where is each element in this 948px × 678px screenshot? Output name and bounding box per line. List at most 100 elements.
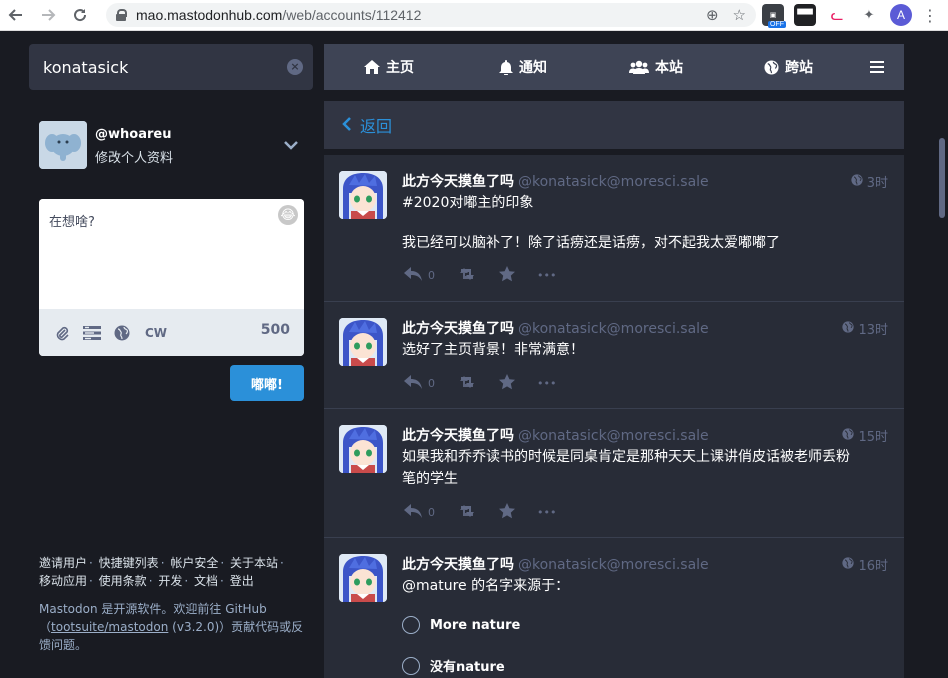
footer-link[interactable]: 使用条款 <box>99 574 147 588</box>
status-item[interactable]: 此方今天摸鱼了吗 @konatasick@moresci.sale 13时 选好了… <box>324 302 904 409</box>
globe-icon[interactable] <box>113 324 131 342</box>
hamburger-menu-icon[interactable] <box>870 44 884 90</box>
status-time[interactable]: 15时 <box>842 426 888 445</box>
status-content: 选好了主页背景！非常满意！ <box>402 339 888 361</box>
status-text: @mature 的名字来源于： <box>402 578 570 594</box>
boost-button[interactable] <box>457 267 477 284</box>
extension-cat-icon[interactable]: ᓚ <box>826 4 848 26</box>
tab-notifications[interactable]: 通知 <box>499 44 547 90</box>
extensions-puzzle-icon[interactable]: ✦ <box>858 4 880 26</box>
status-actions: 0 ••• <box>404 503 578 522</box>
poll-option[interactable]: More nature <box>402 616 520 634</box>
status-acct: @konatasick@moresci.sale <box>518 557 709 573</box>
more-options-icon[interactable]: ••• <box>537 377 556 390</box>
star-icon <box>499 503 515 522</box>
reply-icon <box>404 504 422 521</box>
status-item[interactable]: 此方今天摸鱼了吗 @konatasick@moresci.sale 3时 #202… <box>324 155 904 302</box>
about-text: Mastodon 是开源软件。欢迎前往 GitHub（tootsuite/mas… <box>39 602 304 652</box>
more-options-icon[interactable]: ••• <box>537 506 556 519</box>
avatar[interactable] <box>39 121 87 169</box>
current-user-panel: @whoareu 修改个人资料 <box>39 121 305 169</box>
tab-local[interactable]: 本站 <box>629 44 683 90</box>
radio-icon[interactable] <box>402 616 420 634</box>
reply-button[interactable]: 0 <box>404 267 435 284</box>
browser-menu-icon[interactable]: ⋮ <box>922 6 938 25</box>
globe-icon <box>764 59 779 75</box>
reply-button[interactable]: 0 <box>404 504 435 521</box>
column-header: 返回 <box>324 101 904 149</box>
footer-link[interactable]: 登出 <box>230 574 254 588</box>
sidebar-footer: 邀请用户 · 快捷键列表 · 帐户安全 · 关于本站 · 移动应用 · 使用条款 · 开发 ·… <box>39 554 305 654</box>
radio-icon[interactable] <box>402 656 420 675</box>
footer-link[interactable]: 移动应用 <box>39 574 87 588</box>
tab-federated[interactable]: 跨站 <box>764 44 813 90</box>
back-arrow-icon[interactable] <box>0 0 32 31</box>
status-time[interactable]: 16时 <box>842 555 888 574</box>
poll-option[interactable]: 没有nature <box>402 656 505 675</box>
toot-button[interactable]: 嘟嘟! <box>230 365 304 401</box>
status-content: 如果我和乔乔读书的时候是同桌肯定是那种天天上课讲俏皮话被老师丢粉 笔的学生 <box>402 446 888 490</box>
zoom-icon[interactable]: ⊕ <box>706 6 719 24</box>
footer-link[interactable]: 邀请用户 <box>39 556 87 570</box>
tab-home[interactable]: 主页 <box>364 44 414 90</box>
browser-profile-avatar[interactable]: A <box>890 4 912 26</box>
status-acct: @konatasick@moresci.sale <box>518 174 709 190</box>
footer-link[interactable]: 帐户安全 <box>170 556 218 570</box>
status-text: 选好了主页背景！非常满意！ <box>402 342 584 358</box>
status-avatar[interactable] <box>339 171 387 219</box>
status-avatar[interactable] <box>339 554 387 602</box>
reply-button[interactable]: 0 <box>404 375 435 392</box>
boost-button[interactable] <box>457 375 477 392</box>
status-display-name[interactable]: 此方今天摸鱼了吗 @konatasick@moresci.sale <box>402 425 709 445</box>
footer-link[interactable]: 快捷键列表 <box>99 556 159 570</box>
reload-icon[interactable] <box>64 0 96 31</box>
status-acct: @konatasick@moresci.sale <box>518 428 709 444</box>
footer-link[interactable]: 开发 <box>158 574 182 588</box>
status-time[interactable]: 3时 <box>851 172 888 191</box>
bookmark-star-icon[interactable]: ☆ <box>733 6 746 24</box>
status-text: 如果我和乔乔读书的时候是同桌肯定是那种天天上课讲俏皮话被老师丢粉 <box>402 449 850 465</box>
globe-icon <box>842 320 855 337</box>
compose-textarea[interactable] <box>39 199 304 309</box>
favourite-button[interactable] <box>499 503 515 522</box>
address-bar[interactable]: mao.mastodonhub.com/web/accounts/112412 … <box>106 3 756 27</box>
status-acct: @konatasick@moresci.sale <box>518 321 709 337</box>
paperclip-icon[interactable] <box>53 324 71 342</box>
character-counter: 500 <box>260 322 290 338</box>
back-button[interactable]: 返回 <box>342 113 392 137</box>
reply-icon <box>404 375 422 392</box>
github-link[interactable]: tootsuite/mastodon <box>51 620 168 634</box>
clear-search-icon[interactable]: × <box>287 59 303 75</box>
chevron-down-icon[interactable] <box>281 135 301 155</box>
profile-username[interactable]: @whoareu <box>95 127 171 142</box>
status-display-name[interactable]: 此方今天摸鱼了吗 @konatasick@moresci.sale <box>402 171 709 191</box>
status-item[interactable]: 此方今天摸鱼了吗 @konatasick@moresci.sale 16时 @ma… <box>324 538 904 678</box>
search-input[interactable] <box>29 44 279 90</box>
status-hashtag[interactable]: #2020对嘟主的印象 <box>402 192 888 214</box>
boost-button[interactable] <box>457 504 477 521</box>
extension-mono-icon[interactable]: ▀▀ <box>794 4 816 26</box>
status-item[interactable]: 此方今天摸鱼了吗 @konatasick@moresci.sale 15时 如果我… <box>324 409 904 538</box>
footer-link[interactable]: 关于本站 <box>230 556 278 570</box>
status-display-name[interactable]: 此方今天摸鱼了吗 @konatasick@moresci.sale <box>402 554 709 574</box>
content-warning-button[interactable]: CW <box>145 326 167 340</box>
status-avatar[interactable] <box>339 318 387 366</box>
compose-form: 😂 CW 500 <box>39 199 304 356</box>
status-time[interactable]: 13时 <box>842 319 888 338</box>
footer-link[interactable]: 文档 <box>194 574 218 588</box>
forward-arrow-icon[interactable] <box>32 0 64 31</box>
edit-profile-link[interactable]: 修改个人资料 <box>95 147 173 166</box>
favourite-button[interactable] <box>499 266 515 285</box>
emoji-picker-icon[interactable]: 😂 <box>278 205 298 225</box>
globe-icon <box>842 556 855 573</box>
status-content: @mature 的名字来源于： <box>402 575 888 597</box>
page-scrollbar[interactable] <box>939 138 945 218</box>
more-options-icon[interactable]: ••• <box>537 269 556 282</box>
status-avatar[interactable] <box>339 425 387 473</box>
reply-icon <box>404 267 422 284</box>
poll-icon[interactable] <box>83 324 101 342</box>
lock-icon <box>116 9 127 21</box>
extension-off-icon[interactable]: ▣ OFF <box>762 4 786 28</box>
favourite-button[interactable] <box>499 374 515 393</box>
status-display-name[interactable]: 此方今天摸鱼了吗 @konatasick@moresci.sale <box>402 318 709 338</box>
